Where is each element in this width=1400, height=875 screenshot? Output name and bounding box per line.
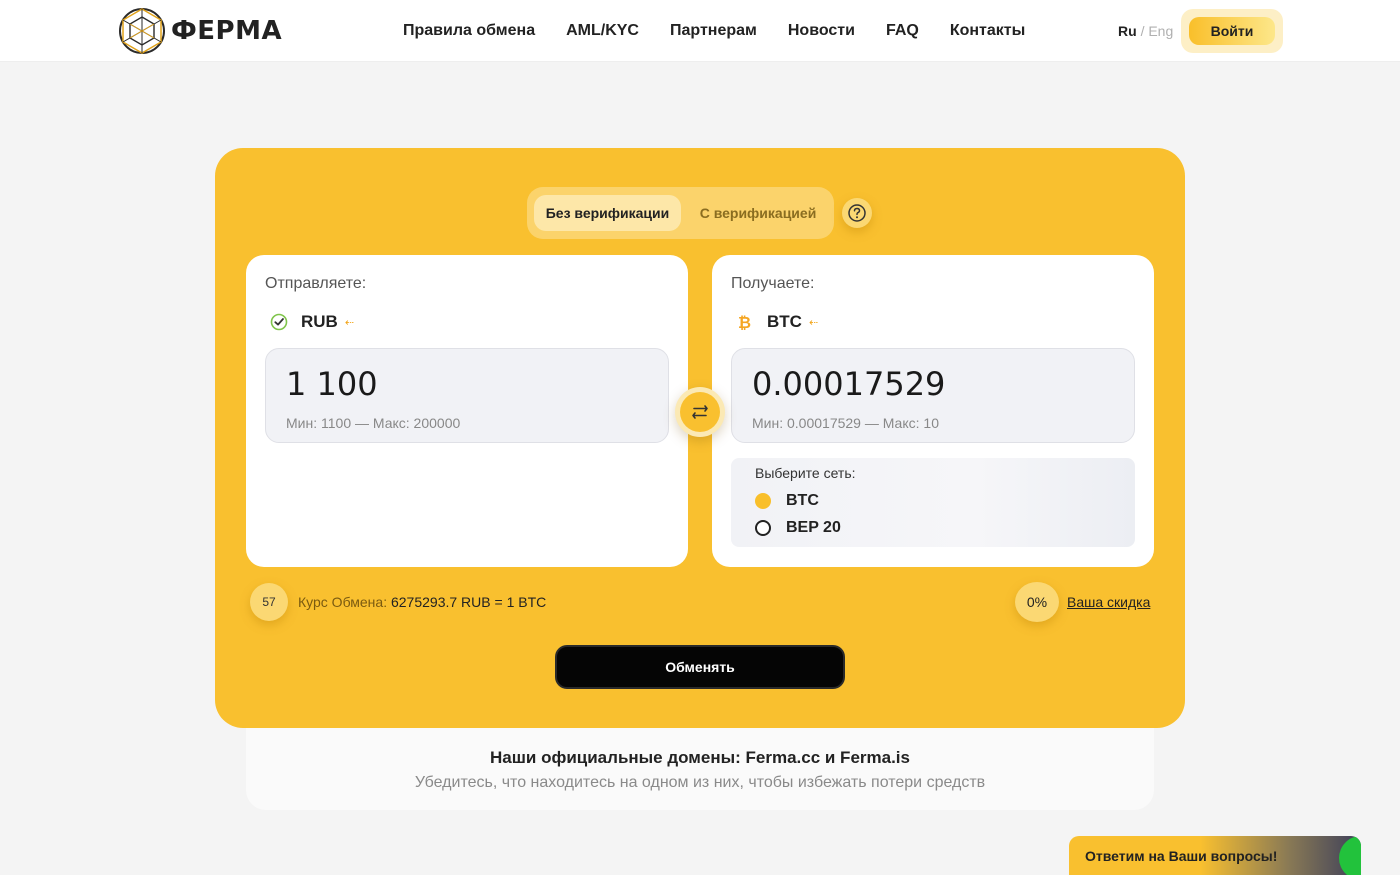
send-currency-selector[interactable]: RUB ⇠ (268, 311, 354, 333)
swap-button[interactable] (675, 387, 725, 437)
send-amount-input[interactable]: 1 100 (286, 365, 646, 403)
timer-value: 57 (262, 595, 276, 609)
check-circle-icon (268, 311, 290, 333)
rate-refresh-timer: 57 (250, 583, 288, 621)
send-label: Отправляете: (265, 275, 367, 292)
network-selector: Выберите сеть: BTC BEP 20 (731, 458, 1135, 547)
rate-value: 6275293.7 RUB = 1 BTC (390, 594, 547, 610)
brand-name: ФЕРМА (171, 16, 283, 46)
help-button[interactable] (842, 198, 872, 228)
receive-amount-box: 0.00017529 Мин: 0.00017529 — Макс: 10 (731, 348, 1135, 443)
receive-currency-selector[interactable]: ₿ BTC ⇠ (734, 311, 818, 333)
bitcoin-icon: ₿ (734, 311, 756, 333)
network-label: BEP 20 (786, 519, 841, 536)
exchange-submit-button[interactable]: Обменять (555, 645, 845, 689)
nav-faq[interactable]: FAQ (886, 20, 919, 42)
tab-with-verification[interactable]: С верификацией (690, 195, 826, 231)
arrow-left-icon: ⇠ (344, 316, 355, 329)
chat-label: Ответим на Ваши вопросы! (1085, 848, 1278, 864)
nav-contacts[interactable]: Контакты (950, 20, 1025, 42)
send-currency-code: RUB (301, 312, 338, 331)
radio-unselected[interactable] (755, 520, 771, 536)
send-amount-box: 1 100 Мин: 1100 — Макс: 200000 (265, 348, 669, 443)
network-option-btc[interactable]: BTC (755, 492, 819, 510)
svg-text:₿: ₿ (738, 313, 751, 331)
discount-link[interactable]: Ваша скидка (1067, 594, 1150, 610)
receive-currency-code: BTC (767, 312, 802, 331)
logo-globe-icon (119, 8, 165, 54)
radio-selected[interactable] (755, 493, 771, 509)
logo[interactable]: ФЕРМА (117, 6, 282, 56)
receive-limits: Мин: 0.00017529 — Макс: 10 (752, 415, 939, 431)
discount-badge: 0% (1015, 582, 1059, 622)
official-domains-notice: Наши официальные домены: Ferma.cc и Ferm… (246, 728, 1154, 810)
network-title: Выберите сеть: (755, 465, 856, 481)
send-panel: Отправляете: RUB ⇠ 1 100 Мин: 1100 — Мак… (246, 255, 688, 567)
login-button[interactable]: Войти (1189, 17, 1275, 45)
notice-title: Наши официальные домены: Ferma.cc и Ferm… (490, 748, 910, 767)
nav-partners[interactable]: Партнерам (670, 20, 757, 42)
arrow-left-icon: ⇠ (808, 316, 819, 329)
verification-toggle: Без верификации С верификацией (527, 187, 834, 239)
site-header: ФЕРМА Правила обмена AML/KYC Партнерам Н… (0, 0, 1400, 62)
language-switch: Ru / Eng (1118, 22, 1173, 40)
rate-label: Курс Обмена: (298, 594, 388, 610)
nav-aml-kyc[interactable]: AML/KYC (566, 20, 639, 42)
login-container: Войти (1181, 9, 1283, 53)
swap-arrows-icon (692, 405, 708, 419)
discount-value: 0% (1026, 594, 1048, 610)
send-limits: Мин: 1100 — Макс: 200000 (286, 415, 461, 431)
main-nav: Правила обмена AML/KYC Партнерам Новости… (403, 20, 1056, 42)
tab-without-verification[interactable]: Без верификации (534, 195, 681, 231)
lang-ru[interactable]: Ru (1118, 23, 1137, 39)
online-status-icon (1339, 836, 1361, 875)
notice-subtitle: Убедитесь, что находитесь на одном из ни… (414, 774, 986, 791)
lang-eng[interactable]: Eng (1148, 23, 1173, 39)
exchange-card: Без верификации С верификацией Отправляе… (215, 148, 1185, 728)
question-circle-icon (848, 204, 866, 222)
receive-amount-input[interactable]: 0.00017529 (752, 365, 1112, 403)
receive-panel: Получаете: ₿ BTC ⇠ 0.00017529 Мин: 0.000… (712, 255, 1154, 567)
nav-exchange-rules[interactable]: Правила обмена (403, 20, 535, 42)
support-chat-widget[interactable]: Ответим на Ваши вопросы! (1069, 836, 1361, 875)
exchange-rate: Курс Обмена: 6275293.7 RUB = 1 BTC (298, 594, 546, 610)
swap-inner (680, 392, 720, 432)
network-option-bep20[interactable]: BEP 20 (755, 519, 841, 537)
network-label: BTC (786, 492, 819, 509)
lang-separator: / (1140, 23, 1145, 39)
nav-news[interactable]: Новости (788, 20, 855, 42)
receive-label: Получаете: (731, 275, 815, 292)
